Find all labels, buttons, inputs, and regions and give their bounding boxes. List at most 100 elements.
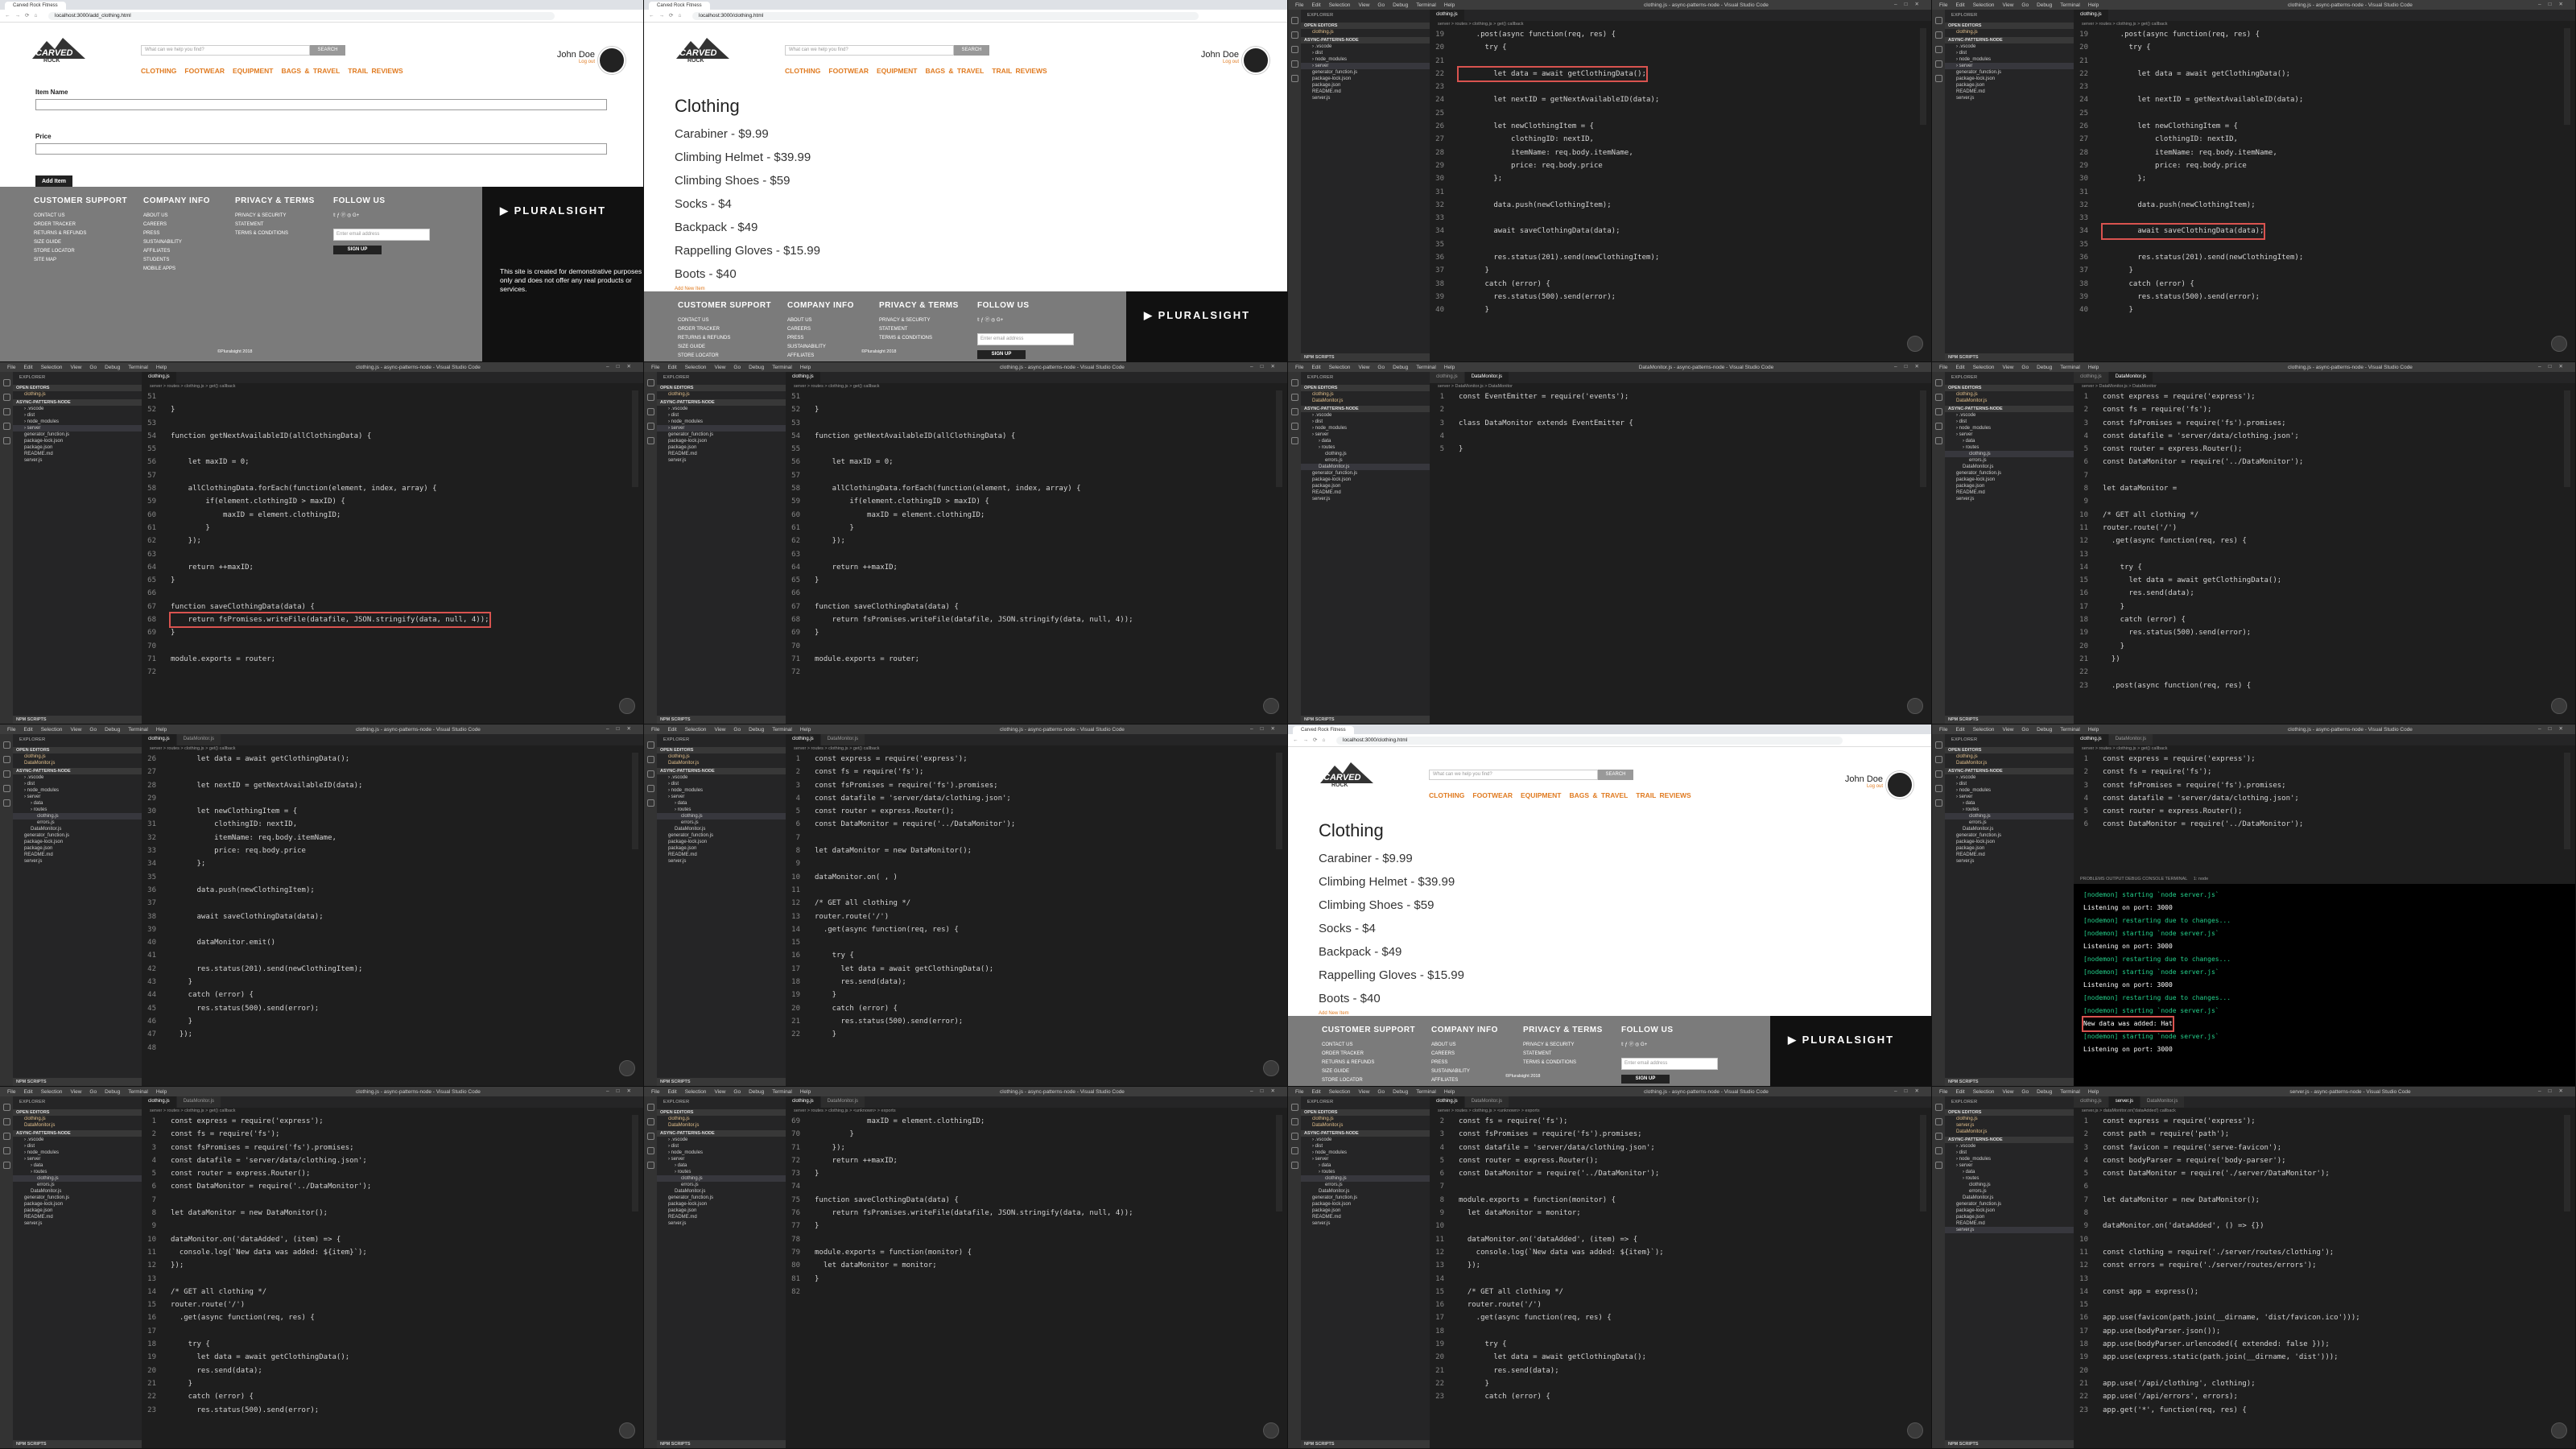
- menu-help[interactable]: Help: [2088, 365, 2099, 370]
- terminal-panel[interactable]: PROBLEMS OUTPUT DEBUG CONSOLE TERMINAL 1…: [2074, 874, 2575, 1086]
- npm-scripts-header[interactable]: NPM SCRIPTS: [1301, 1440, 1430, 1448]
- explorer-item[interactable]: README.md: [657, 1214, 786, 1220]
- code-line[interactable]: 5 const DataMonitor = require('./server/D…: [2074, 1167, 2575, 1180]
- footer-link[interactable]: CAREERS: [787, 325, 854, 334]
- project-header[interactable]: ASYNC-PATTERNS-NODE: [1301, 1130, 1430, 1137]
- explorer-item[interactable]: README.md: [657, 852, 786, 858]
- npm-scripts-header[interactable]: NPM SCRIPTS: [657, 716, 786, 724]
- extensions-icon[interactable]: [2, 1162, 10, 1169]
- code-line[interactable]: 14 try {: [2074, 561, 2575, 574]
- menu-selection[interactable]: Selection: [1329, 1089, 1351, 1095]
- explorer-item[interactable]: › node_modules: [657, 1150, 786, 1156]
- code-line[interactable]: 11: [786, 884, 1287, 897]
- menu-edit[interactable]: Edit: [23, 727, 32, 733]
- code-line[interactable]: 70 }: [786, 1128, 1287, 1141]
- code-line[interactable]: 32 data.push(newClothingItem);: [2074, 199, 2575, 212]
- window-controls[interactable]: –□✕: [2538, 725, 2570, 732]
- open-editor-item[interactable]: DataMonitor.js: [1945, 398, 2074, 404]
- window-controls[interactable]: –□✕: [606, 363, 638, 369]
- search-button[interactable]: SEARCH: [310, 45, 345, 56]
- project-header[interactable]: ASYNC-PATTERNS-NODE: [1945, 37, 2074, 43]
- explorer-item[interactable]: README.md: [1945, 1220, 2074, 1227]
- code-line[interactable]: 72: [786, 666, 1287, 679]
- search-icon[interactable]: [646, 394, 654, 401]
- menu-view[interactable]: View: [714, 727, 725, 733]
- code-line[interactable]: 5 const router = express.Router();: [2074, 805, 2575, 818]
- code-line[interactable]: 5 const router = express.Router();: [1430, 1154, 1931, 1167]
- explorer-item[interactable]: › node_modules: [1301, 1150, 1430, 1156]
- code-line[interactable]: 7: [142, 1194, 643, 1207]
- files-icon[interactable]: [2, 741, 10, 749]
- window-controls[interactable]: –□✕: [1250, 725, 1282, 732]
- explorer-item[interactable]: › .vscode: [13, 774, 142, 781]
- footer-link[interactable]: PRESS: [1431, 1059, 1498, 1067]
- code-line[interactable]: 58 allClothingData.forEach(function(elem…: [786, 482, 1287, 495]
- debug-icon[interactable]: [1290, 60, 1298, 68]
- code-line[interactable]: 9 let dataMonitor = monitor;: [1430, 1207, 1931, 1220]
- open-editor-item[interactable]: clothing.js: [657, 753, 786, 760]
- window-controls[interactable]: –□✕: [1894, 1, 1926, 7]
- explorer-item[interactable]: › dist: [1301, 50, 1430, 56]
- window-controls[interactable]: –□✕: [2538, 363, 2570, 369]
- menu-help[interactable]: Help: [1444, 2, 1455, 8]
- footer-link[interactable]: SIZE GUIDE: [34, 238, 127, 247]
- code-line[interactable]: 70: [786, 640, 1287, 653]
- nav-link[interactable]: BAGS & TRAVEL: [926, 67, 985, 75]
- code-line[interactable]: 13: [2074, 548, 2575, 561]
- explorer-item[interactable]: clothing.js: [1945, 451, 2074, 457]
- code-line[interactable]: 2: [1430, 403, 1931, 416]
- menu-file[interactable]: File: [1295, 1089, 1303, 1095]
- code-line[interactable]: 34 };: [142, 857, 643, 870]
- footer-link[interactable]: PRIVACY & SECURITY: [1523, 1041, 1603, 1050]
- code-line[interactable]: 16 app.use(favicon(path.join(__dirname, '…: [2074, 1311, 2575, 1324]
- explorer-item[interactable]: README.md: [13, 852, 142, 858]
- project-header[interactable]: ASYNC-PATTERNS-NODE: [1945, 406, 2074, 412]
- explorer-item[interactable]: generator_function.js: [657, 1195, 786, 1201]
- editor-tab[interactable]: DataMonitor.js: [176, 734, 222, 745]
- menu-selection[interactable]: Selection: [41, 365, 63, 370]
- code-line[interactable]: 1 const express = require('express');: [2074, 753, 2575, 766]
- explorer-item[interactable]: › .vscode: [1301, 1137, 1430, 1143]
- menu-file[interactable]: File: [651, 1089, 659, 1095]
- files-icon[interactable]: [1934, 741, 1942, 749]
- npm-scripts-header[interactable]: NPM SCRIPTS: [13, 1440, 142, 1448]
- code-line[interactable]: 20 try {: [2074, 41, 2575, 54]
- footer-link[interactable]: STORE LOCATOR: [1322, 1076, 1415, 1085]
- code-line[interactable]: 39: [142, 923, 643, 936]
- project-header[interactable]: ASYNC-PATTERNS-NODE: [1301, 37, 1430, 43]
- logout-link[interactable]: Log out: [557, 60, 595, 64]
- editor-tab[interactable]: DataMonitor.js: [2108, 734, 2154, 745]
- menu-debug[interactable]: Debug: [2037, 2, 2052, 8]
- explorer-item[interactable]: › server: [1945, 1162, 2074, 1169]
- code-line[interactable]: 21: [2074, 55, 2575, 68]
- debug-icon[interactable]: [1934, 785, 1942, 792]
- code-line[interactable]: 12 const errors = require('./server/route…: [2074, 1259, 2575, 1272]
- feedback-icon[interactable]: [619, 1422, 635, 1439]
- code-line[interactable]: 22 }: [1430, 1377, 1931, 1390]
- code-line[interactable]: 52}: [786, 403, 1287, 416]
- code-line[interactable]: 10 dataMonitor.on( , ): [786, 871, 1287, 884]
- code-line[interactable]: 6 const DataMonitor = require('../DataMon…: [2074, 818, 2575, 831]
- avatar[interactable]: [1242, 47, 1269, 74]
- code-line[interactable]: 23 app.get('*', function(req, res) {: [2074, 1404, 2575, 1417]
- address-bar[interactable]: localhost:3000/clothing.html: [1336, 737, 1843, 745]
- menu-selection[interactable]: Selection: [1973, 1089, 1995, 1095]
- explorer-item[interactable]: › routes: [1945, 807, 2074, 813]
- code-line[interactable]: 28 itemName: req.body.itemName,: [2074, 147, 2575, 159]
- footer-link[interactable]: ABOUT US: [787, 316, 854, 325]
- browser-tab[interactable]: Carved Rock Fitness: [1293, 726, 1354, 734]
- code-line[interactable]: 14: [1430, 1273, 1931, 1286]
- menu-terminal[interactable]: Terminal: [772, 1089, 792, 1095]
- code-line[interactable]: 33: [1430, 212, 1931, 225]
- open-editor-item[interactable]: clothing.js: [13, 391, 142, 398]
- code-line[interactable]: 39 res.status(500).send(error);: [2074, 291, 2575, 303]
- feedback-icon[interactable]: [1907, 336, 1923, 352]
- explorer-item[interactable]: › dist: [1301, 419, 1430, 425]
- explorer-item[interactable]: generator_function.js: [1945, 832, 2074, 839]
- code-line[interactable]: 72: [142, 666, 643, 679]
- code-line[interactable]: 18: [1430, 1325, 1931, 1338]
- files-icon[interactable]: [2, 379, 10, 386]
- search-icon[interactable]: [1934, 394, 1942, 401]
- nav-link[interactable]: EQUIPMENT: [233, 67, 274, 75]
- explorer-item[interactable]: › node_modules: [13, 787, 142, 794]
